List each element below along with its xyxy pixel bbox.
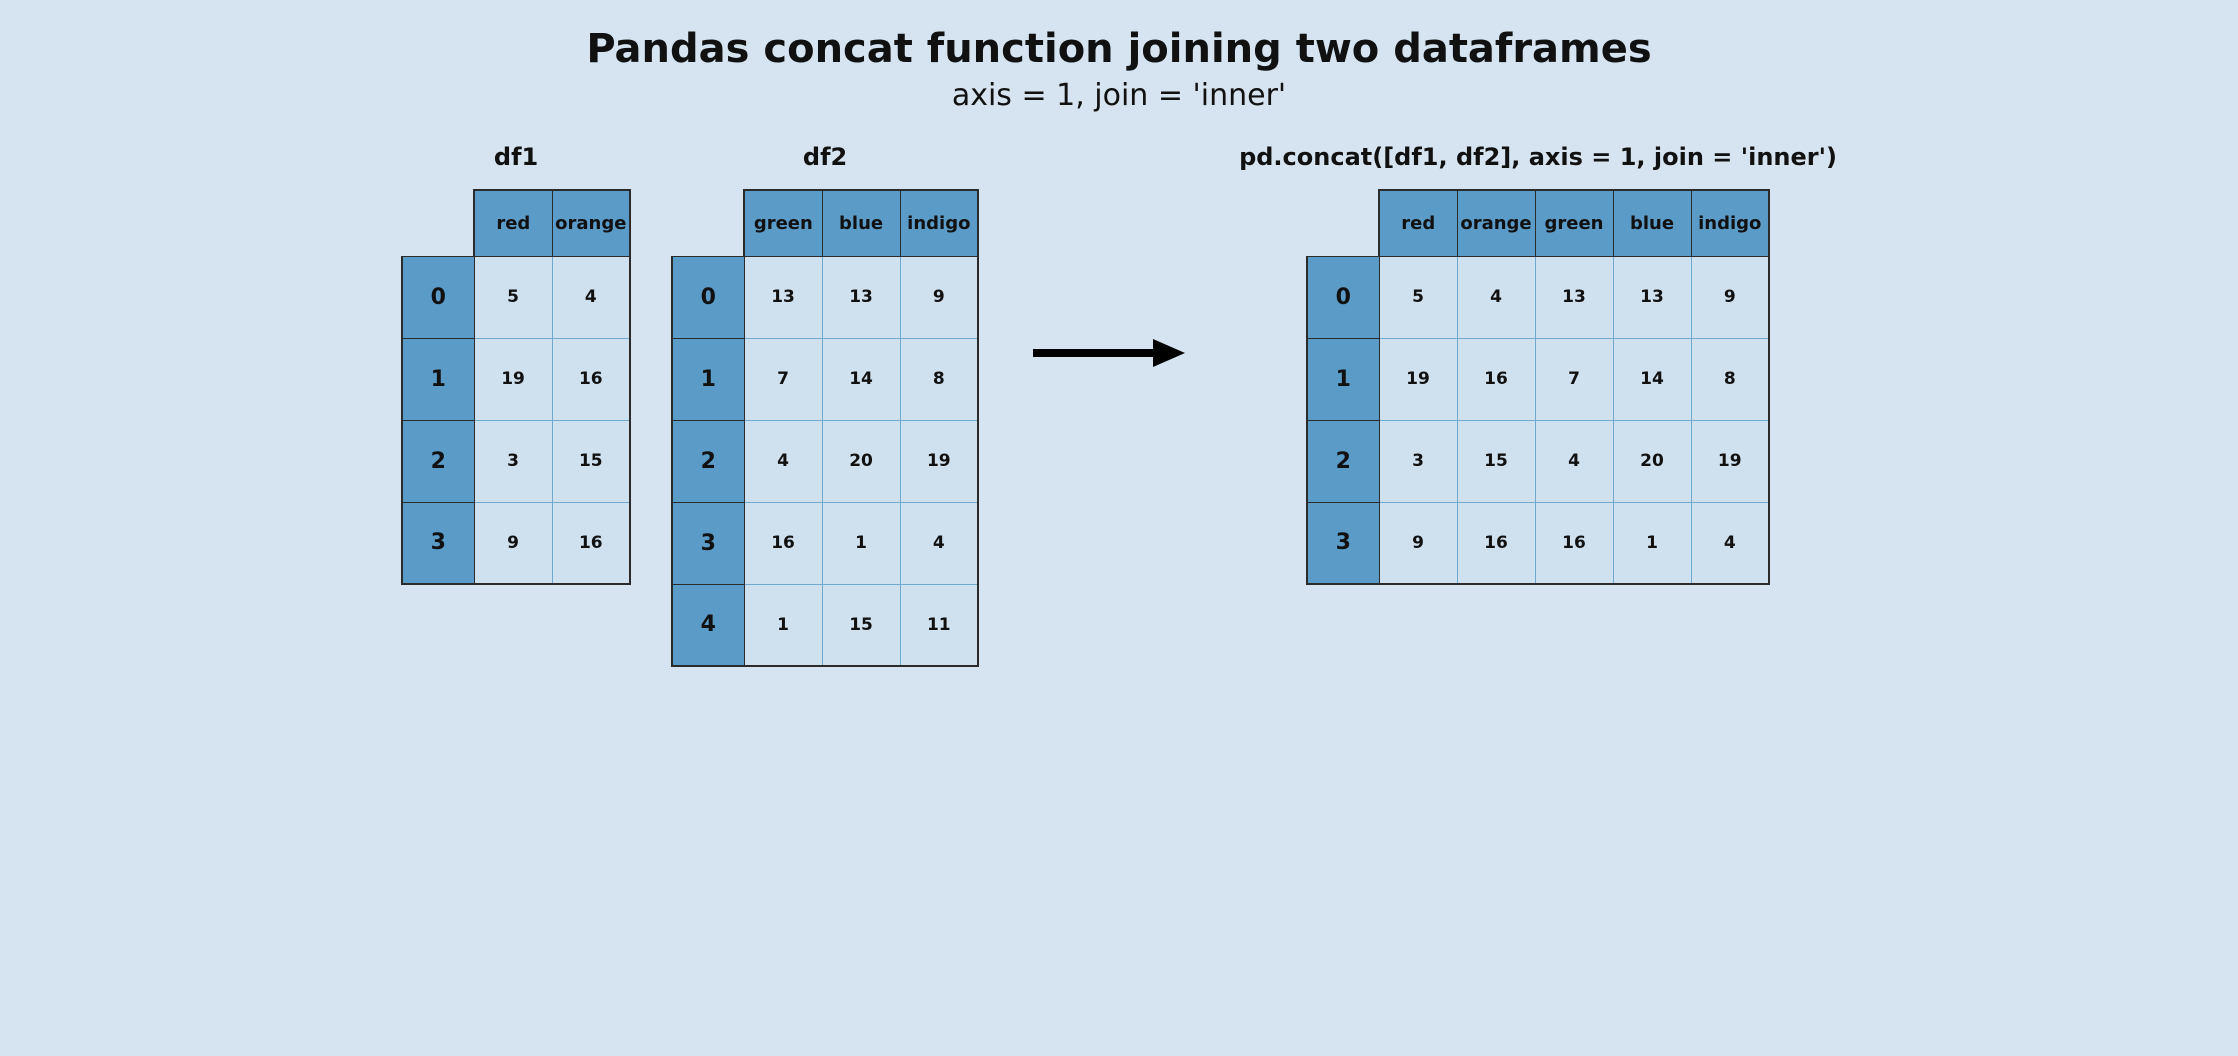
column-header: red (1379, 190, 1457, 256)
column-header: green (744, 190, 822, 256)
row-index: 1 (1307, 338, 1379, 420)
diagram-canvas: Pandas concat function joining two dataf… (0, 0, 2238, 727)
content-row: df1 redorange0541191623153916 df2 greenb… (40, 143, 2198, 667)
cell: 11 (900, 584, 978, 666)
cell: 9 (900, 256, 978, 338)
row-index: 2 (672, 420, 744, 502)
column-header: orange (1457, 190, 1535, 256)
row-index: 3 (1307, 502, 1379, 584)
arrow-right-icon (1029, 333, 1189, 373)
cell: 8 (1691, 338, 1769, 420)
cell: 4 (552, 256, 630, 338)
cell: 16 (552, 338, 630, 420)
cell: 15 (822, 584, 900, 666)
cell: 4 (744, 420, 822, 502)
cell: 4 (900, 502, 978, 584)
cell: 15 (1457, 420, 1535, 502)
cell: 4 (1691, 502, 1769, 584)
row-index: 4 (672, 584, 744, 666)
column-header: red (474, 190, 552, 256)
cell: 7 (1535, 338, 1613, 420)
df1-table: redorange0541191623153916 (401, 189, 631, 585)
cell: 16 (1457, 502, 1535, 584)
cell: 16 (744, 502, 822, 584)
cell: 16 (552, 502, 630, 584)
cell: 13 (1535, 256, 1613, 338)
cell: 8 (900, 338, 978, 420)
cell: 1 (744, 584, 822, 666)
cell: 13 (822, 256, 900, 338)
arrow-container (1019, 143, 1199, 563)
cell: 9 (1379, 502, 1457, 584)
cell: 20 (1613, 420, 1691, 502)
df2-table: greenblueindigo0131391714824201931614411… (671, 189, 979, 667)
cell: 7 (744, 338, 822, 420)
cell: 13 (1613, 256, 1691, 338)
cell: 1 (1613, 502, 1691, 584)
df1-block: df1 redorange0541191623153916 (401, 143, 631, 585)
row-index: 0 (1307, 256, 1379, 338)
row-index: 0 (402, 256, 474, 338)
cell: 5 (474, 256, 552, 338)
cell: 13 (744, 256, 822, 338)
cell: 9 (1691, 256, 1769, 338)
cell: 14 (822, 338, 900, 420)
df1-label: df1 (494, 143, 538, 171)
cell: 19 (1379, 338, 1457, 420)
cell: 3 (474, 420, 552, 502)
column-header: orange (552, 190, 630, 256)
column-header: green (1535, 190, 1613, 256)
result-table: redorangegreenblueindigo0541313911916714… (1306, 189, 1770, 585)
cell: 15 (552, 420, 630, 502)
row-index: 0 (672, 256, 744, 338)
page-subtitle: axis = 1, join = 'inner' (40, 78, 2198, 113)
cell: 5 (1379, 256, 1457, 338)
cell: 9 (474, 502, 552, 584)
df2-label: df2 (803, 143, 847, 171)
row-index: 2 (402, 420, 474, 502)
cell: 20 (822, 420, 900, 502)
column-header: blue (822, 190, 900, 256)
row-index: 1 (402, 338, 474, 420)
cell: 19 (474, 338, 552, 420)
row-index: 1 (672, 338, 744, 420)
cell: 1 (822, 502, 900, 584)
column-header: indigo (900, 190, 978, 256)
cell: 4 (1457, 256, 1535, 338)
df2-block: df2 greenblueindigo013139171482420193161… (671, 143, 979, 667)
cell: 16 (1535, 502, 1613, 584)
row-index: 2 (1307, 420, 1379, 502)
column-header: indigo (1691, 190, 1769, 256)
cell: 4 (1535, 420, 1613, 502)
page-title: Pandas concat function joining two dataf… (40, 26, 2198, 72)
row-index: 3 (402, 502, 474, 584)
cell: 19 (900, 420, 978, 502)
cell: 14 (1613, 338, 1691, 420)
result-label: pd.concat([df1, df2], axis = 1, join = '… (1239, 143, 1837, 171)
cell: 3 (1379, 420, 1457, 502)
column-header: blue (1613, 190, 1691, 256)
result-block: pd.concat([df1, df2], axis = 1, join = '… (1239, 143, 1837, 585)
cell: 19 (1691, 420, 1769, 502)
row-index: 3 (672, 502, 744, 584)
cell: 16 (1457, 338, 1535, 420)
